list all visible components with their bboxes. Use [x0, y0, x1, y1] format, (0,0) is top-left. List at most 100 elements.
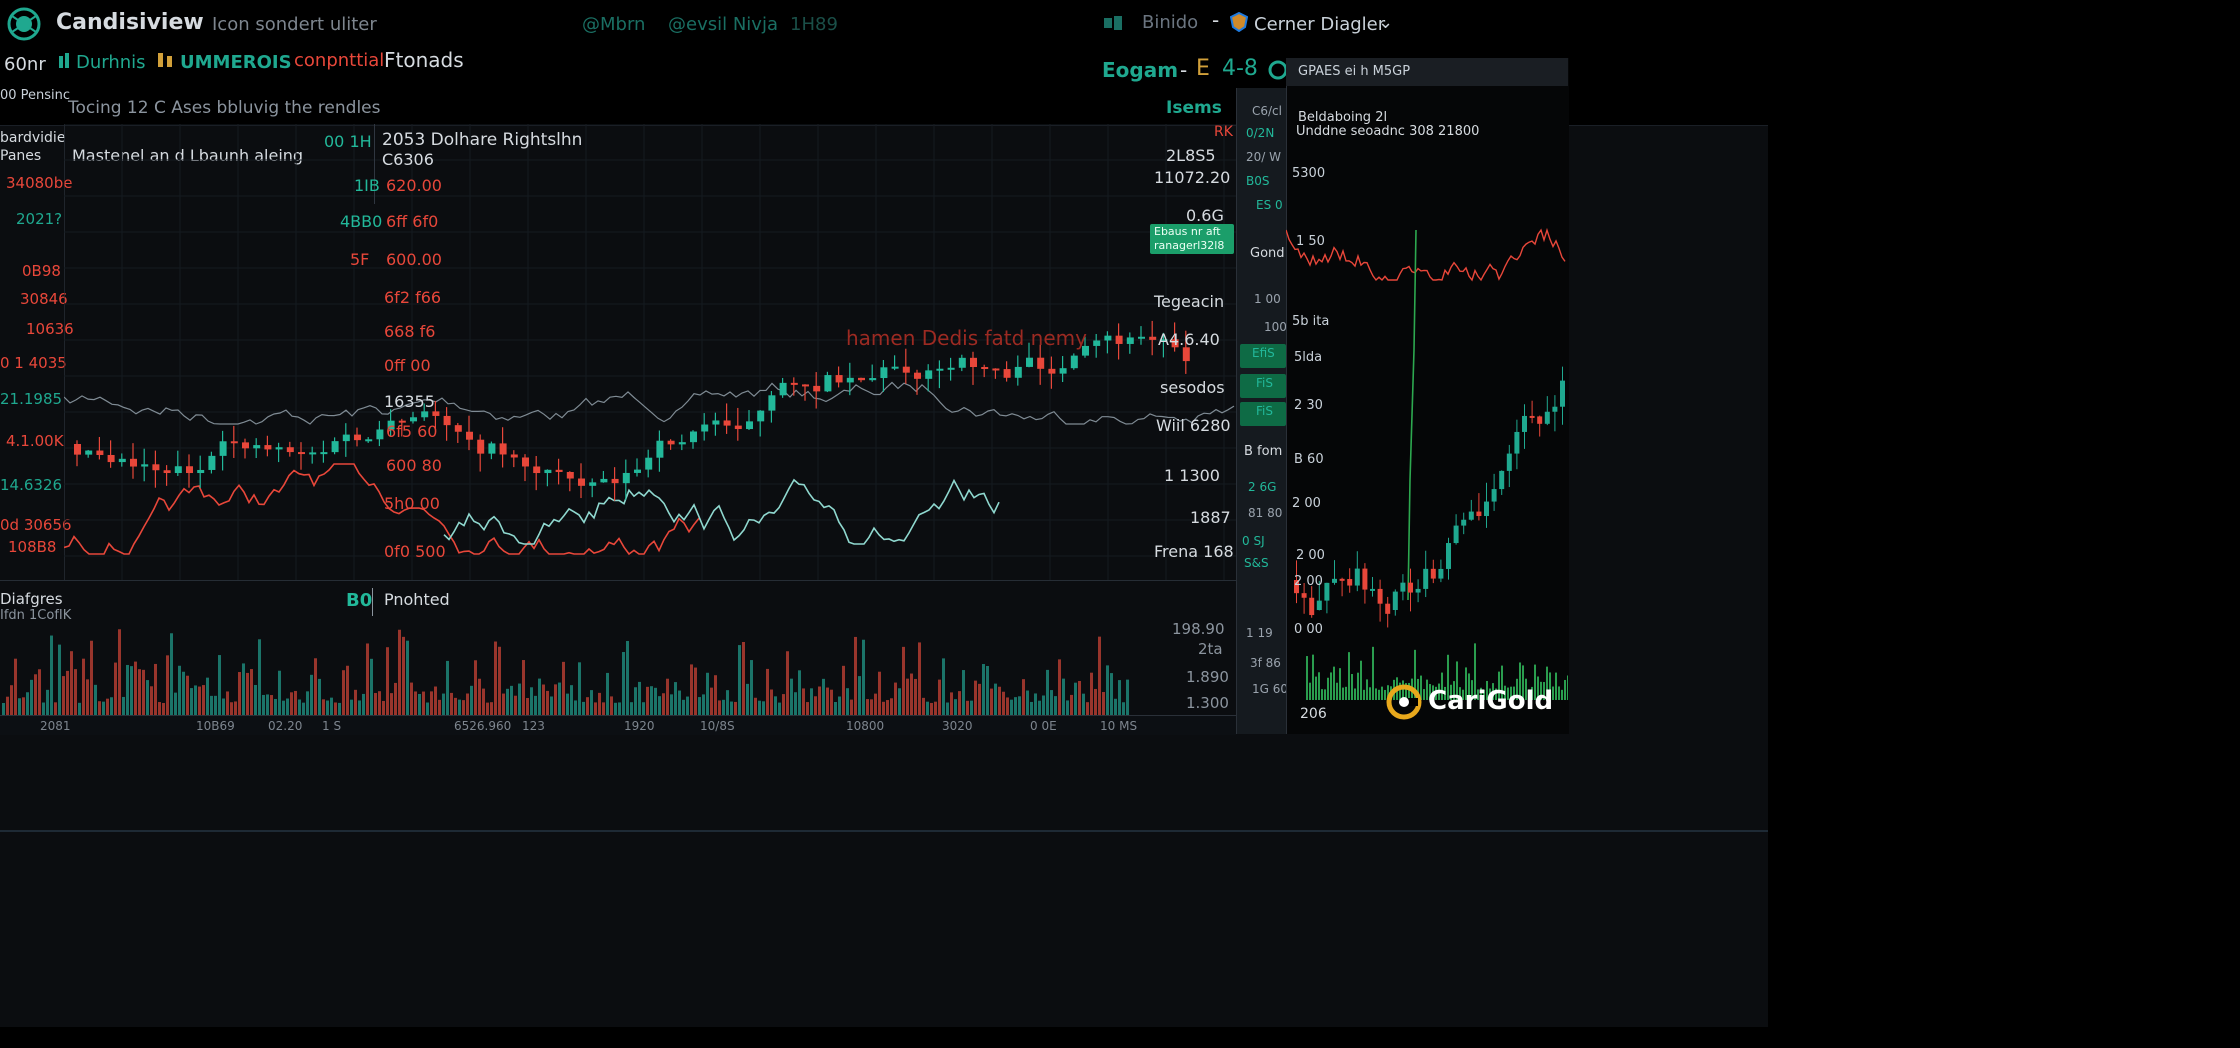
side-candle-body	[1377, 588, 1383, 604]
volume-bar	[618, 702, 621, 715]
volume-bar	[626, 640, 629, 715]
candle-body	[802, 384, 809, 387]
side-volume-bar	[1345, 686, 1347, 700]
record-icon[interactable]	[1268, 60, 1288, 80]
volume-bar	[878, 671, 881, 715]
separator-dash: -	[1212, 8, 1220, 32]
center-tab-2[interactable]: @evsil Nivja	[668, 14, 778, 35]
candle-body	[174, 466, 182, 474]
volume-bar	[178, 665, 181, 715]
toolbar-b[interactable]: E	[1196, 56, 1210, 81]
volume-bar	[826, 687, 829, 715]
volume-bar	[298, 699, 301, 715]
app-name: Candisiview	[56, 10, 204, 35]
candle-body	[1037, 357, 1045, 369]
volume-bar	[110, 697, 113, 715]
volume-bar	[1046, 669, 1049, 715]
volume-bar	[226, 691, 229, 715]
volume-chart[interactable]	[0, 620, 1236, 715]
volume-bar	[302, 702, 305, 715]
side-chart[interactable]	[1286, 150, 1568, 700]
toolbar-item-4[interactable]: conpnttial	[294, 50, 384, 71]
volume-bar	[330, 697, 333, 715]
volume-bar	[390, 693, 393, 715]
volume-bar	[1038, 700, 1041, 715]
nav-menu[interactable]: Icon sondert uliter	[212, 14, 377, 35]
candle-body	[970, 357, 977, 368]
side-panel-title: GPAES ei h M5GP	[1298, 64, 1411, 79]
right-toolbar-item-17: 1 19	[1246, 626, 1273, 640]
side-label-9: 0 00	[1294, 622, 1323, 637]
volume-bar	[554, 684, 557, 715]
volume-bar	[702, 694, 705, 715]
volume-bar	[550, 696, 553, 715]
volume-bar	[602, 702, 605, 715]
candle-body	[1026, 357, 1033, 367]
volume-bar	[830, 689, 833, 715]
volume-bar	[1074, 682, 1077, 715]
toolbar-c[interactable]: 4-8	[1222, 56, 1258, 81]
volume-bar	[762, 701, 765, 715]
toolbar-item-2[interactable]: Durhnis	[76, 52, 146, 73]
volume-bar	[730, 701, 733, 715]
axis-label-3: 600.00	[386, 250, 442, 269]
side-volume-bar	[1360, 660, 1362, 700]
center-tab-3[interactable]: 1H89	[790, 14, 838, 35]
candle-body	[421, 411, 429, 418]
volume-bar	[290, 692, 293, 715]
volume-bar	[674, 682, 677, 715]
toolbar-item-3[interactable]: UMMEROIS	[180, 52, 292, 73]
candles-icon[interactable]	[156, 50, 176, 70]
chevron-down-icon[interactable]: ⌄	[1378, 12, 1393, 33]
volume-bar	[342, 670, 345, 715]
chart-header-right[interactable]: Isems	[1166, 98, 1222, 118]
center-tab-1[interactable]: @Mbrn	[582, 14, 645, 35]
tooltip-line-1: Ebaus nr aft	[1154, 225, 1221, 238]
side-volume-bar	[1366, 679, 1368, 700]
candle-body	[298, 452, 305, 455]
toolbar-item-5[interactable]: Ftonads	[384, 48, 464, 72]
toolbar-item-1[interactable]: 60nr	[4, 54, 46, 75]
binido-label[interactable]: Binido	[1142, 12, 1198, 33]
volume-axis-1: 198.90	[1172, 620, 1225, 638]
side-volume-bar	[1309, 682, 1311, 700]
volume-bar	[170, 633, 173, 715]
price-chart[interactable]	[64, 124, 1236, 580]
axis-label-11: 0f0 500	[384, 542, 446, 561]
volume-bar	[42, 702, 45, 715]
volume-bar	[186, 675, 189, 715]
settings-icon[interactable]	[1102, 14, 1124, 32]
volume-bar	[1118, 680, 1121, 715]
side-volume-bar	[1567, 675, 1568, 700]
side-candle-body	[1522, 415, 1527, 432]
volume-badge[interactable]: B0	[346, 590, 372, 611]
volume-bar	[558, 682, 561, 715]
volume-bar	[1006, 697, 1009, 715]
volume-bar	[694, 667, 697, 715]
candle-body	[533, 466, 541, 474]
shield-icon[interactable]	[1229, 11, 1249, 33]
login-button[interactable]: Eogam	[1102, 58, 1178, 82]
side-volume-bar	[1336, 682, 1338, 700]
chart-icon[interactable]	[58, 52, 74, 70]
price-tooltip[interactable]: Ebaus nr aft ranagerl32l8	[1150, 224, 1234, 254]
axis-label-10: 5h0 00	[384, 494, 440, 513]
side-volume-bar	[1357, 672, 1359, 700]
volume-bar	[714, 675, 717, 715]
app-logo-icon[interactable]	[6, 6, 42, 42]
volume-bar	[810, 688, 813, 715]
volume-bar	[1066, 700, 1069, 715]
volume-bar	[986, 665, 989, 715]
volume-bar	[202, 685, 205, 715]
volume-bar	[502, 693, 505, 715]
account-menu[interactable]: Cerner Diagler	[1254, 14, 1385, 35]
volume-bar	[818, 686, 821, 715]
overlay-price-4: 5F	[350, 250, 370, 269]
side-candle-body	[1537, 416, 1543, 424]
right-toolbar-item-15: 0 SJ	[1242, 534, 1265, 548]
volume-bar	[1094, 688, 1097, 715]
volume-bar	[122, 696, 125, 715]
volume-bar	[410, 682, 413, 715]
volume-bar	[214, 695, 217, 715]
chart-watermark: hamen Dedis fatd nemy	[846, 326, 1087, 350]
